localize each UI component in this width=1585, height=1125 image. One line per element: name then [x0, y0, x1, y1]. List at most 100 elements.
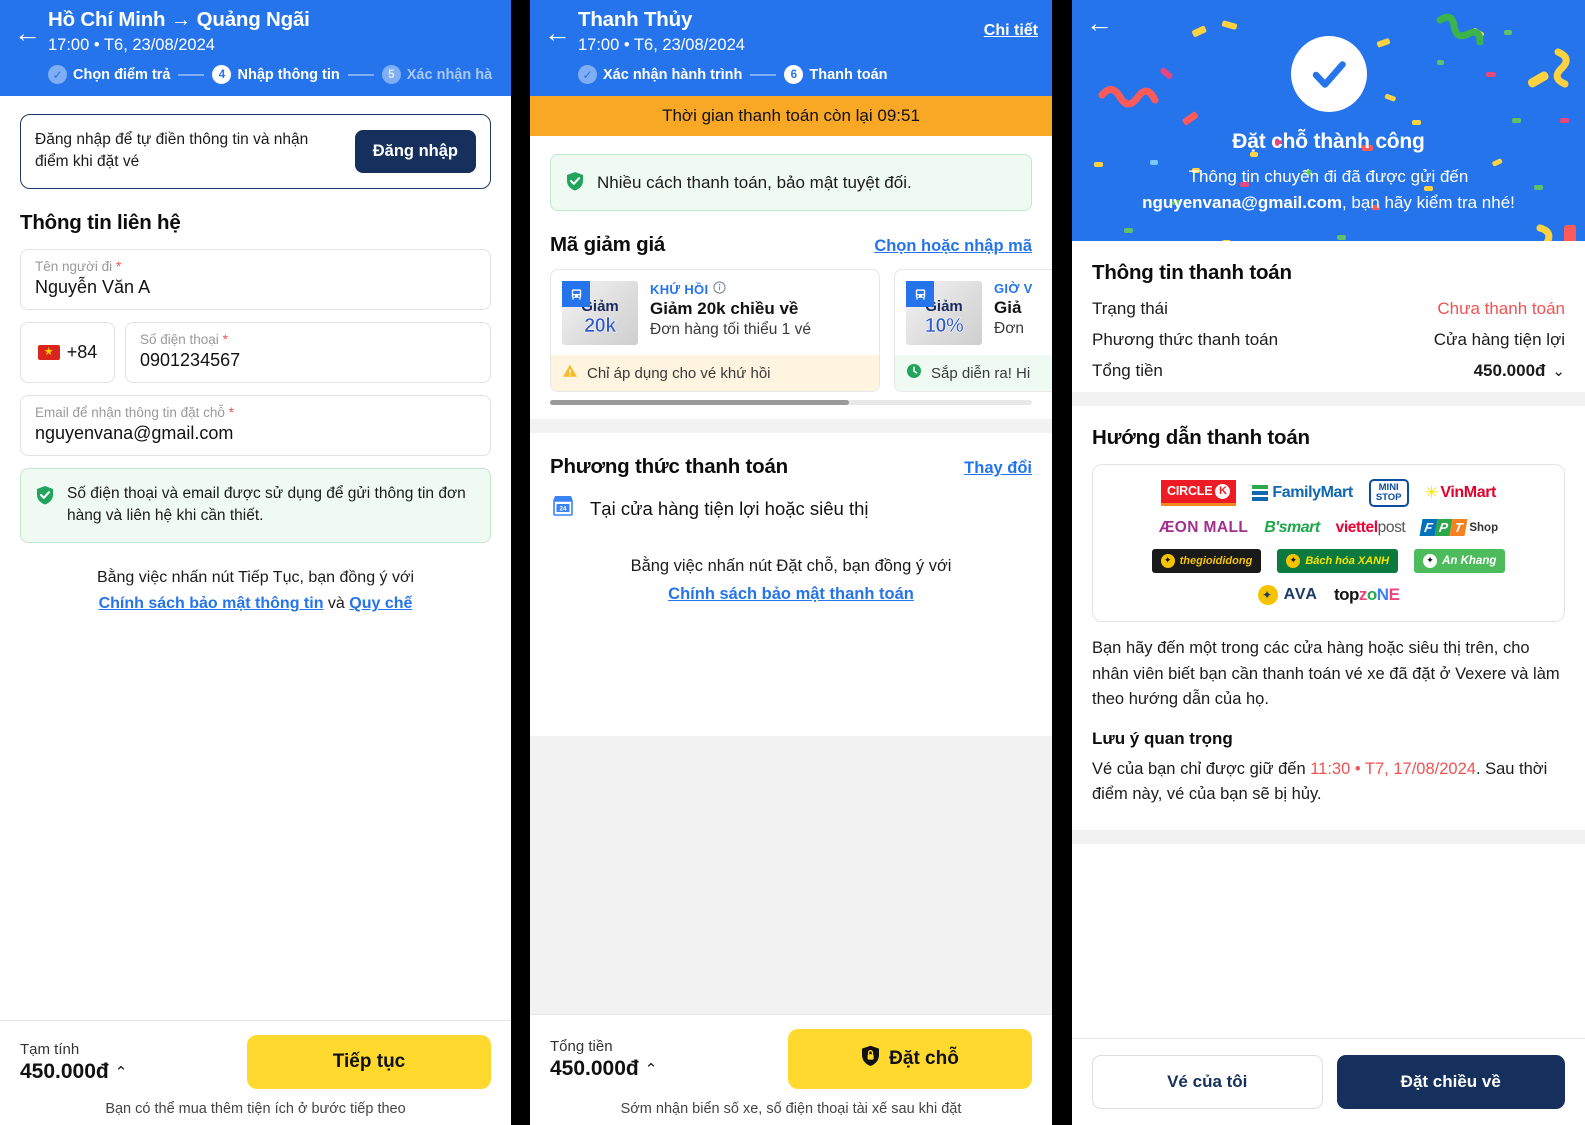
country-code-select[interactable]: ★ +84 — [20, 321, 115, 383]
voucher-desc: Đơn hàng tối thiểu 1 vé — [650, 321, 811, 338]
success-sub-prefix: Thông tin chuyến đi đã được gửi đến — [1188, 167, 1469, 186]
chevron-up-icon[interactable]: ⌃ — [115, 1063, 128, 1081]
step-enter-info[interactable]: 4 Nhập thông tin — [212, 65, 340, 84]
note-prefix: Vé của bạn chỉ được giữ đến — [1092, 759, 1311, 778]
payment-info-row: Phương thức thanh toán Cửa hàng tiện lợi — [1092, 330, 1565, 350]
step-label: Chọn điểm trả — [73, 66, 171, 83]
total-summary[interactable]: Tổng tiền 450.000đ ⌃ — [550, 1038, 788, 1081]
ankhang-logo: ✦ An Khang — [1414, 548, 1506, 573]
payment-terms: Bằng việc nhấn nút Đặt chỗ, bạn đồng ý v… — [550, 552, 1032, 608]
login-promo-card: Đăng nhập để tự điền thông tin và nhận đ… — [20, 114, 491, 189]
guide-paragraph: Bạn hãy đến một trong các cửa hàng hoặc … — [1092, 638, 1560, 709]
info-icon[interactable] — [713, 281, 727, 297]
operator-name: Thanh Thủy — [578, 8, 693, 31]
step-number: 6 — [784, 65, 804, 84]
store-logo-grid: CIRCLE K FamilyMart MINI STOP ✳ VinMart ÆON… — [1092, 464, 1565, 622]
chevron-down-icon[interactable]: ⌄ — [1552, 362, 1565, 380]
step-number: 5 — [381, 65, 401, 84]
passenger-name-label: Tên người đi * — [35, 259, 476, 274]
ministop-logo: MINI STOP — [1368, 479, 1409, 507]
step-payment[interactable]: 6 Thanh toán — [784, 65, 888, 84]
shield-check-icon — [565, 171, 585, 196]
email-label: Email để nhận thông tin đặt chỗ * — [35, 405, 476, 420]
step-connector — [750, 73, 777, 76]
email-value: nguyenvana@gmail.com — [35, 422, 234, 443]
voucher-scrollbar[interactable] — [550, 400, 1032, 405]
choose-voucher-link[interactable]: Chọn hoặc nhập mã — [874, 237, 1032, 256]
terms-mid: và — [323, 595, 350, 613]
step-choose-dropoff[interactable]: ✓ Chọn điểm trả — [48, 65, 170, 84]
step-connector — [178, 73, 205, 76]
row-value: 450.000đ ⌄ — [1474, 361, 1565, 381]
voucher-desc: Đơn — [994, 320, 1024, 337]
payment-info-title: Thông tin thanh toán — [1092, 261, 1292, 284]
logo-row: ✦ thegioididong ✦ Bách hóa XANH ✦ An Khang — [1103, 548, 1554, 573]
total-label: Tổng tiền — [550, 1037, 613, 1055]
clock-icon — [906, 363, 922, 383]
success-email: nguyenvana@gmail.com — [1142, 192, 1342, 212]
passenger-name-field[interactable]: Tên người đi * Nguyễn Văn A — [20, 248, 491, 310]
phone-field[interactable]: Số điện thoại * 0901234567 — [125, 321, 491, 383]
status-badge: Chưa thanh toán — [1437, 299, 1565, 318]
payment-info-row[interactable]: Tổng tiền 450.000đ ⌄ — [1092, 361, 1565, 381]
terms-prefix: Bằng việc nhấn nút Tiếp Tục, bạn đồng ý … — [96, 568, 415, 586]
convenience-store-icon: 24 — [550, 493, 576, 524]
voucher-name: Giảm 20k chiều về — [650, 299, 799, 318]
panel2-bottom-bar: Tổng tiền 450.000đ ⌃ Đặt chỗ Sớm nhận bi… — [530, 1014, 1052, 1125]
total-amount: 450.000đ — [550, 1056, 639, 1080]
row-key: Trạng thái — [1092, 299, 1168, 318]
voucher-card[interactable]: Giảm 20k KHỨ HỒI Giảm 20k chiều về Đơn h… — [550, 269, 880, 392]
panel2-header: ← Thanh Thủy 17:00 • T6, 23/08/2024 Chi … — [530, 0, 1052, 96]
panel3-body: Thông tin thanh toán Trạng thái Chưa tha… — [1072, 241, 1585, 1038]
vietnam-flag-icon: ★ — [37, 344, 60, 360]
book-return-button[interactable]: Đặt chiều về — [1336, 1055, 1565, 1109]
price-summary[interactable]: Tạm tính 450.000đ ⌃ — [20, 1041, 247, 1084]
fptshop-logo: FPT Shop — [1419, 519, 1498, 537]
back-icon[interactable]: ← — [1086, 10, 1120, 37]
regulations-link[interactable]: Quy chế — [349, 595, 412, 612]
chevron-up-icon[interactable]: ⌃ — [645, 1060, 658, 1078]
detail-link[interactable]: Chi tiết — [984, 8, 1038, 40]
payment-privacy-link[interactable]: Chính sách bảo mật thanh toán — [668, 585, 914, 603]
voucher-footer-text: Sắp diễn ra! Hi — [931, 364, 1031, 382]
payment-method-header: Phương thức thanh toán Thay đổi — [550, 455, 1032, 479]
voucher-card[interactable]: Giảm 10% GIỜ V Giả Đơn Sắp diễn ra! Hi — [894, 269, 1052, 392]
my-tickets-button[interactable]: Vé của tôi — [1092, 1055, 1323, 1109]
voucher-carousel[interactable]: Giảm 20k KHỨ HỒI Giảm 20k chiều về Đơn h… — [530, 269, 1052, 392]
trip-datetime: 17:00 • T6, 23/08/2024 — [48, 36, 215, 54]
row-key: Phương thức thanh toán — [1092, 330, 1279, 349]
change-payment-link[interactable]: Thay đổi — [964, 459, 1032, 478]
step-label: Thanh toán — [809, 66, 888, 83]
total-price: 450.000đ ⌃ — [550, 1057, 788, 1081]
step-label: Xác nhận hành trình — [603, 66, 743, 83]
book-seat-button[interactable]: Đặt chỗ — [788, 1029, 1032, 1089]
viettelpost-logo: viettel post — [1335, 518, 1406, 536]
login-button[interactable]: Đăng nhập — [354, 129, 476, 173]
trip-datetime: 17:00 • T6, 23/08/2024 — [578, 36, 745, 54]
secure-payment-banner: Nhiều cách thanh toán, bảo mật tuyệt đối… — [550, 154, 1032, 211]
voucher-title: Mã giảm giá — [550, 233, 666, 256]
panel1-header: ← Hồ Chí Minh → Quảng Ngãi 17:00 • T6, 2… — [0, 0, 511, 96]
voucher-tag: KHỨ HỒI — [650, 281, 868, 297]
privacy-policy-link[interactable]: Chính sách bảo mật thông tin — [99, 595, 324, 612]
label-text: Email để nhận thông tin đặt chỗ — [35, 404, 225, 420]
lock-icon — [861, 1045, 880, 1073]
bsmart-logo: B'smart — [1264, 518, 1320, 536]
secure-payment-text: Nhiều cách thanh toán, bảo mật tuyệt đối… — [597, 172, 912, 192]
step-check-icon: ✓ — [48, 65, 67, 84]
success-sub-suffix: , bạn hãy kiểm tra nhé! — [1341, 192, 1515, 212]
continue-button[interactable]: Tiếp tục — [247, 1035, 491, 1089]
selected-payment-method[interactable]: 24 Tại cửa hàng tiện lợi hoặc siêu thị — [550, 493, 1032, 524]
payment-method-name: Tại cửa hàng tiện lợi hoặc siêu thị — [590, 497, 869, 519]
voucher-tag-text: GIỜ V — [994, 281, 1033, 296]
back-icon[interactable]: ← — [14, 8, 48, 47]
email-field[interactable]: Email để nhận thông tin đặt chỗ * nguyen… — [20, 394, 491, 456]
step-confirm-trip[interactable]: ✓ Xác nhận hành trình — [578, 65, 742, 84]
back-icon[interactable]: ← — [544, 8, 578, 47]
step-check-icon: ✓ — [578, 65, 597, 84]
step-confirm[interactable]: 5 Xác nhận hà — [381, 65, 493, 84]
subtotal-amount: 450.000đ — [20, 1059, 109, 1083]
circlek-logo: CIRCLE K — [1161, 479, 1237, 506]
step-label: Xác nhận hà — [406, 66, 493, 83]
step-connector — [347, 73, 374, 76]
